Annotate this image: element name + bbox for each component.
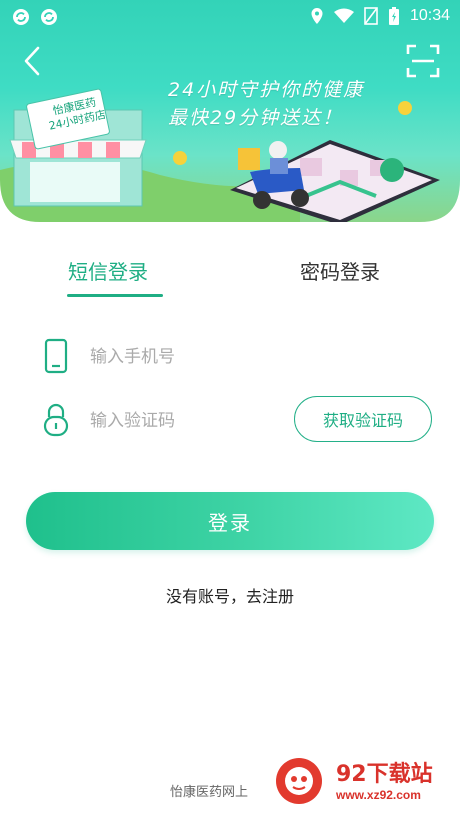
location-icon bbox=[311, 8, 323, 24]
code-input[interactable] bbox=[88, 406, 322, 436]
status-right-icons: 10:34 bbox=[310, 6, 450, 26]
wifi-icon bbox=[333, 8, 354, 23]
sync-icon bbox=[13, 9, 29, 25]
no-sim-icon bbox=[364, 7, 378, 25]
sync-icon bbox=[41, 9, 57, 25]
slogan-line-2: 最快29分钟送达！ bbox=[168, 107, 344, 129]
register-link[interactable]: 没有账号，去注册 bbox=[0, 583, 460, 607]
battery-charging-icon bbox=[388, 7, 399, 25]
status-bar: 10:34 bbox=[0, 0, 460, 32]
scan-button[interactable] bbox=[406, 44, 440, 78]
header-banner: 24小时守护你的健康 最快29分钟送达！ 怡康医药 24小时药店 bbox=[0, 0, 460, 222]
active-tab-indicator bbox=[67, 294, 163, 297]
get-code-button[interactable]: 获取验证码 bbox=[294, 396, 432, 442]
lock-icon bbox=[43, 403, 69, 437]
back-button[interactable] bbox=[18, 44, 48, 78]
scan-icon bbox=[406, 44, 440, 78]
tab-password-login[interactable]: 密码登录 bbox=[300, 256, 380, 285]
tab-sms-login[interactable]: 短信登录 bbox=[68, 256, 148, 285]
login-button[interactable]: 登录 bbox=[26, 492, 434, 550]
watermark: 92下载站 www.xz92.com bbox=[270, 752, 456, 810]
phone-input[interactable] bbox=[88, 342, 322, 372]
code-row: 获取验证码 bbox=[40, 396, 440, 442]
login-tabs: 短信登录 密码登录 bbox=[0, 248, 460, 302]
status-left-icons bbox=[12, 8, 58, 26]
watermark-title: 92下载站 bbox=[336, 762, 433, 787]
status-time: 10:34 bbox=[409, 7, 450, 24]
phone-row bbox=[40, 334, 440, 378]
slogan-line-1: 24小时守护你的健康 bbox=[168, 79, 365, 101]
chevron-left-icon bbox=[24, 46, 40, 76]
banner-slogan: 24小时守护你的健康 最快29分钟送达！ bbox=[168, 76, 364, 132]
watermark-url: www.xz92.com bbox=[336, 788, 421, 802]
footer-text: 怡康医药网上 bbox=[170, 785, 249, 800]
watermark-logo-icon bbox=[276, 758, 322, 804]
phone-icon bbox=[44, 338, 68, 374]
